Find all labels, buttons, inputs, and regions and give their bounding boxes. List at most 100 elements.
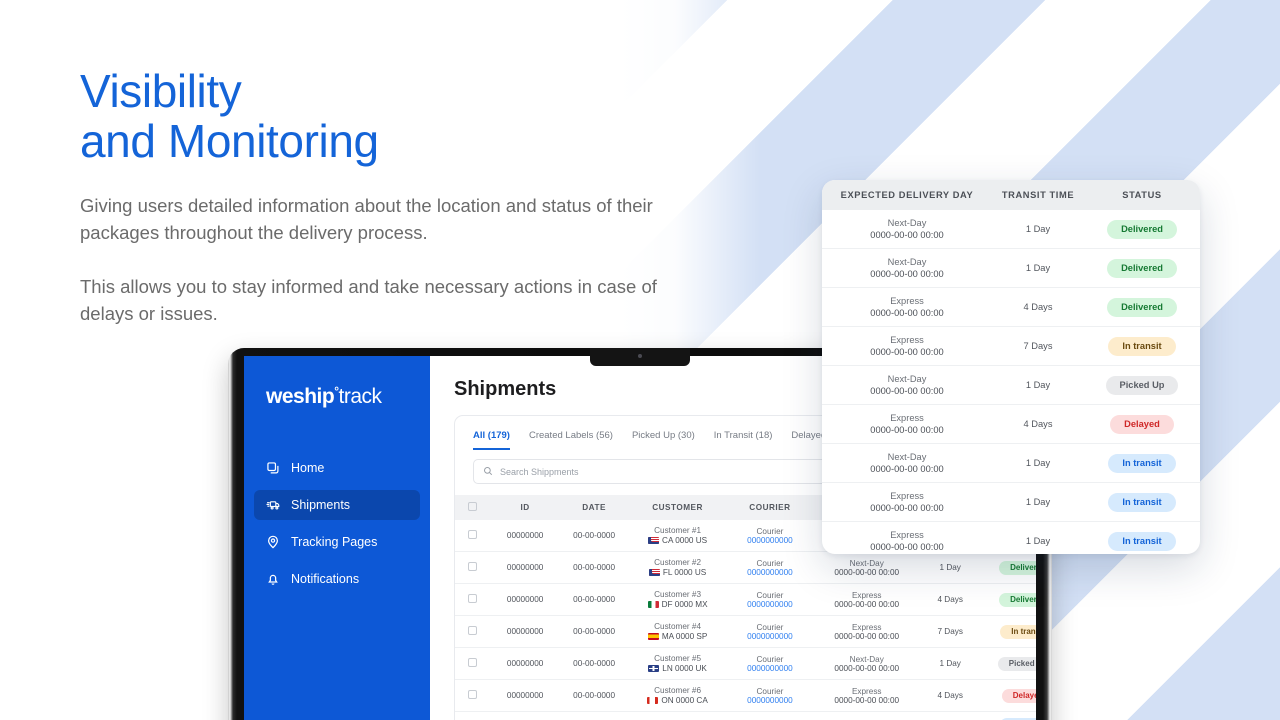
row-select-cell[interactable] [455,679,491,712]
column-id[interactable]: ID [490,495,560,520]
delivery-date: 0000-00-00 00:00 [870,542,944,552]
cell-transit-time: 7 Days [920,615,981,648]
floating-table-row[interactable]: Next-Day 0000-00-00 00:00 1 Day Delivered [822,248,1200,288]
row-checkbox[interactable] [468,658,478,667]
floating-table-row[interactable]: Express 0000-00-00 00:00 1 Day In transit [822,522,1200,555]
table-row[interactable]: 00000000 00-00-0000 Customer #5 LN 0000 UK C… [455,647,1036,680]
column-courier[interactable]: COURIER [726,495,814,520]
row-select-cell[interactable] [455,647,491,680]
floating-cell-status: In transit [1084,443,1200,483]
cell-id: 00000000 [490,615,560,648]
column-customer[interactable]: CUSTOMER [628,495,727,520]
description-paragraph-2: This allows you to stay informed and tak… [80,276,657,324]
delivery-type: Express [851,622,882,632]
page-headline: Visibility and Monitoring [80,66,700,166]
flag-us-icon [648,537,660,544]
delivery-type: Next-Day [887,218,927,228]
floating-table-row[interactable]: Next-Day 0000-00-00 00:00 1 Day Delivered [822,210,1200,249]
row-checkbox[interactable] [468,562,478,571]
floating-cell-status: Delivered [1084,287,1200,327]
status-badge: Delivered [1107,258,1177,278]
floating-table-row[interactable]: Next-Day 0000-00-00 00:00 1 Day Picked Up [822,365,1200,405]
table-row[interactable]: 0000000000-00-0000Customer #7CourierNext… [455,711,1036,720]
delivery-date: 0000-00-00 00:00 [870,269,944,279]
cell-date: 00-00-0000 [559,711,629,720]
customer-location: LN 0000 UK [629,664,727,673]
floating-table-row[interactable]: Express 0000-00-00 00:00 4 Days Delayed [822,404,1200,444]
sidebar-item-shipments[interactable]: Shipments [254,490,420,520]
sidebar-item-notifications[interactable]: Notifications [254,564,420,594]
floating-table-row[interactable]: Express 0000-00-00 00:00 7 Days In transit [822,326,1200,366]
customer-name: Customer #1 [654,526,701,535]
delivery-type: Express [890,491,924,501]
camera-icon [638,354,642,358]
row-select-cell[interactable] [455,551,491,584]
floating-column-status[interactable]: STATUS [1084,180,1200,210]
tab-picked-up[interactable]: Picked Up (30) [632,430,695,450]
cell-courier: Courier 0000000000 [726,647,814,680]
floating-cell-expected-delivery: Express 0000-00-00 00:00 [822,326,992,366]
row-checkbox[interactable] [468,594,478,603]
tab-in-transit[interactable]: In Transit (18) [714,430,773,450]
floating-cell-expected-delivery: Next-Day 0000-00-00 00:00 [822,365,992,405]
tab-all[interactable]: All (179) [473,430,510,450]
row-checkbox[interactable] [468,530,478,539]
table-row[interactable]: 00000000 00-00-0000 Customer #6 ON 0000 CA C… [455,679,1036,712]
table-row[interactable]: 00000000 00-00-0000 Customer #2 FL 0000 US C… [455,551,1036,584]
row-select-cell[interactable] [455,615,491,648]
delivery-date: 0000-00-00 00:00 [870,230,944,240]
cell-status: Picked Up [980,647,1036,680]
cell-date: 00-00-0000 [559,551,629,584]
row-select-cell[interactable] [455,711,491,720]
floating-cell-status: In transit [1084,326,1200,366]
home-copy-icon [266,461,280,475]
floating-cell-status: Delivered [1084,248,1200,288]
sidebar-item-label: Home [291,461,325,475]
row-checkbox[interactable] [468,690,478,699]
courier-label: Courier [756,526,784,536]
cell-customer: Customer #4 MA 0000 SP [628,615,727,648]
row-select-cell[interactable] [455,520,491,552]
column-date[interactable]: DATE [559,495,629,520]
customer-location: ON 0000 CA [629,696,727,705]
floating-column-expected-delivery-day[interactable]: EXPECTED DELIVERY DAY [822,180,992,210]
cell-courier: Courier 0000000000 [726,615,814,648]
cell-transit-time: 1 Day [920,711,981,720]
delivery-date: 0000-00-00 00:00 [870,503,944,513]
cell-expected-delivery: Next-Day0000-00-00 00:00 [813,551,921,584]
floating-cell-expected-delivery: Express 0000-00-00 00:00 [822,287,992,327]
select-all-checkbox[interactable] [468,502,478,511]
column-select-all[interactable] [455,495,491,520]
table-row[interactable]: 00000000 00-00-0000 Customer #4 MA 0000 SP C… [455,615,1036,648]
cell-transit-time: 1 Day [920,551,981,584]
status-badge: Delivered [1107,297,1177,317]
sidebar-item-label: Notifications [291,572,360,586]
floating-table-row[interactable]: Express 0000-00-00 00:00 1 Day In transit [822,482,1200,522]
tab-created-labels[interactable]: Created Labels (56) [529,430,613,450]
row-select-cell[interactable] [455,583,491,616]
delivery-type: Express [851,590,882,600]
delivery-date: 0000-00-00 00:00 [834,663,900,673]
row-checkbox[interactable] [468,626,478,635]
floating-table-row[interactable]: Express 0000-00-00 00:00 4 Days Delivered [822,287,1200,327]
delivery-date: 0000-00-00 00:00 [834,599,900,609]
courier-tracking-link[interactable]: 0000000000 [727,696,814,705]
courier-tracking-link[interactable]: 0000000000 [727,536,814,545]
sidebar-item-home[interactable]: Home [254,453,420,483]
floating-cell-transit-time: 1 Day [1025,536,1051,546]
status-badge: Delivered [999,560,1036,575]
sidebar-item-tracking-pages[interactable]: Tracking Pages [254,527,420,557]
cell-date: 00-00-0000 [559,520,629,552]
sidebar-item-label: Tracking Pages [291,535,378,549]
courier-tracking-link[interactable]: 0000000000 [727,632,814,641]
courier-tracking-link[interactable]: 0000000000 [727,568,814,577]
status-badge: In transit [1108,531,1176,551]
courier-tracking-link[interactable]: 0000000000 [727,664,814,673]
floating-table-row[interactable]: Next-Day 0000-00-00 00:00 1 Day In transit [822,443,1200,483]
floating-column-transit-time[interactable]: TRANSIT TIME [992,180,1084,210]
status-badge: Delivered [1107,219,1177,239]
delivery-type: Express [851,686,882,696]
table-row[interactable]: 00000000 00-00-0000 Customer #3 DF 0000 MX C… [455,583,1036,616]
status-badge: In transit [1108,336,1176,356]
courier-tracking-link[interactable]: 0000000000 [727,600,814,609]
